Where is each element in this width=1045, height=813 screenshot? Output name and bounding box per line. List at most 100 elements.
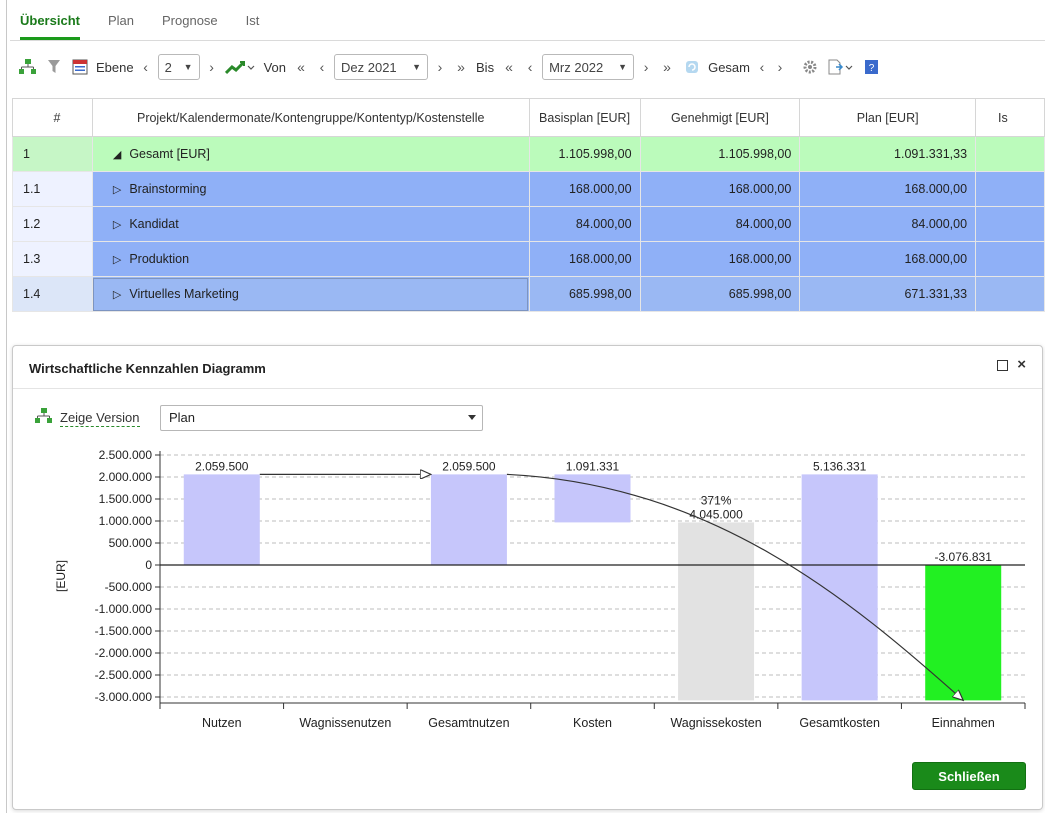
bar-wagnissekosten <box>678 522 755 701</box>
maximize-icon[interactable] <box>997 360 1008 371</box>
row-number: 1 <box>12 136 93 172</box>
col-header-genehmigt[interactable]: Genehmigt [EUR] <box>639 98 801 137</box>
trend-chart-icon[interactable] <box>224 56 258 78</box>
bis-last-icon[interactable]: » <box>658 56 676 78</box>
y-tick-label: -1.500.000 <box>95 624 153 638</box>
y-tick-label: 1.000.000 <box>99 514 153 528</box>
bis-value: Mrz 2022 <box>549 59 604 75</box>
genehmigt-value: 168.000,00 <box>639 171 801 207</box>
basisplan-value: 168.000,00 <box>528 171 641 207</box>
von-last-icon[interactable]: » <box>452 56 470 78</box>
von-prev-icon[interactable]: ‹ <box>316 56 328 78</box>
bis-label: Bis <box>476 59 495 75</box>
x-tick-label: Einnahmen <box>932 716 995 730</box>
expand-icon[interactable]: ▷ <box>113 253 121 266</box>
bis-select[interactable]: Mrz 2022 ▼ <box>542 54 635 80</box>
tab-uebersicht[interactable]: Übersicht <box>20 10 80 40</box>
tab-ist[interactable]: Ist <box>246 10 260 40</box>
ebene-next-icon[interactable]: › <box>206 56 218 78</box>
row-name: Virtuelles Marketing <box>129 287 239 301</box>
x-tick-label: Gesamtkosten <box>799 716 880 730</box>
row-name-cell: ▷ Virtuelles Marketing <box>91 276 530 312</box>
basisplan-value: 685.998,00 <box>528 276 641 312</box>
expand-icon[interactable]: ▷ <box>113 183 121 196</box>
row-name-cell: ◢ Gesamt [EUR] <box>91 136 530 172</box>
y-tick-label: -1.000.000 <box>95 602 153 616</box>
gesam-prev-icon[interactable]: ‹ <box>756 56 768 78</box>
row-number: 1.2 <box>12 206 93 242</box>
expand-icon[interactable]: ▷ <box>113 218 121 231</box>
close-icon[interactable]: × <box>1017 356 1026 373</box>
gear-icon[interactable] <box>800 56 820 78</box>
x-tick-label: Nutzen <box>202 716 242 730</box>
plan-value: 84.000,00 <box>799 206 977 242</box>
table-row[interactable]: 1.3 ▷ Produktion 168.000,00 168.000,00 16… <box>12 241 1045 277</box>
col-header-plan[interactable]: Plan [EUR] <box>799 98 977 137</box>
project-grid: # Projekt/Kalendermonate/Kontengruppe/Ko… <box>12 98 1045 312</box>
table-row[interactable]: 1 ◢ Gesamt [EUR] 1.105.998,00 1.105.998,0… <box>12 136 1045 172</box>
y-tick-label: 500.000 <box>109 536 153 550</box>
tab-prognose[interactable]: Prognose <box>162 10 218 40</box>
bar-kosten <box>554 474 631 523</box>
hierarchy-icon[interactable] <box>18 56 38 78</box>
x-tick-label: Wagnissekosten <box>670 716 761 730</box>
plan-value: 671.331,33 <box>799 276 977 312</box>
refresh-icon[interactable] <box>682 56 702 78</box>
bis-prev-icon[interactable]: ‹ <box>524 56 536 78</box>
row-name-cell: ▷ Brainstorming <box>91 171 530 207</box>
row-name: Brainstorming <box>129 182 207 196</box>
row-number: 1.1 <box>12 171 93 207</box>
data-label: 1.091.331 <box>566 459 620 473</box>
ebene-value: 2 <box>164 59 172 75</box>
dialog-title: Wirtschaftliche Kennzahlen Diagramm <box>29 361 266 376</box>
data-label: 2.059.500 <box>442 459 496 473</box>
basisplan-value: 168.000,00 <box>528 241 641 277</box>
help-icon[interactable]: ? <box>862 56 882 78</box>
x-tick-label: Wagnissenutzen <box>299 716 391 730</box>
col-header-basisplan[interactable]: Basisplan [EUR] <box>528 98 641 137</box>
collapse-icon[interactable]: ◢ <box>113 148 121 161</box>
data-label: 4.045.000 <box>689 507 743 521</box>
basisplan-value: 84.000,00 <box>528 206 641 242</box>
data-label: 2.059.500 <box>195 459 249 473</box>
tab-plan[interactable]: Plan <box>108 10 134 40</box>
filter-icon[interactable] <box>44 56 64 78</box>
expand-icon[interactable]: ▷ <box>113 288 121 301</box>
hierarchy-icon <box>35 408 53 427</box>
y-tick-label: 2.500.000 <box>99 448 153 462</box>
dialog-divider <box>13 388 1042 389</box>
genehmigt-value: 168.000,00 <box>639 241 801 277</box>
window-left-border <box>6 0 7 813</box>
y-axis-label: [EUR] <box>54 560 68 592</box>
table-row[interactable]: 1.2 ▷ Kandidat 84.000,00 84.000,00 84.000… <box>12 206 1045 242</box>
ist-value <box>975 171 1045 207</box>
version-value: Plan <box>169 410 196 425</box>
genehmigt-value: 685.998,00 <box>639 276 801 312</box>
bar-einnahmen <box>925 565 1002 701</box>
version-select[interactable]: Plan <box>160 405 483 431</box>
row-name: Kandidat <box>129 217 179 231</box>
y-tick-label: -2.500.000 <box>95 668 153 682</box>
ebene-select[interactable]: 2 ▼ <box>157 54 200 80</box>
close-button[interactable]: Schließen <box>912 762 1026 790</box>
column-config-icon[interactable] <box>70 56 90 78</box>
bis-next-icon[interactable]: › <box>640 56 652 78</box>
plan-value: 168.000,00 <box>799 171 977 207</box>
y-tick-label: 0 <box>145 558 152 572</box>
bis-first-icon[interactable]: « <box>500 56 518 78</box>
col-header-number[interactable]: # <box>12 98 93 137</box>
row-name-cell: ▷ Kandidat <box>91 206 530 242</box>
gesam-next-icon[interactable]: › <box>774 56 786 78</box>
col-header-ist[interactable]: Is <box>975 98 1045 137</box>
von-next-icon[interactable]: › <box>434 56 446 78</box>
table-row-selected[interactable]: 1.4 ▷ Virtuelles Marketing 685.998,00 685… <box>12 276 1045 312</box>
y-tick-label: 1.500.000 <box>99 492 153 506</box>
table-row[interactable]: 1.1 ▷ Brainstorming 168.000,00 168.000,00… <box>12 171 1045 207</box>
ebene-prev-icon[interactable]: ‹ <box>140 56 152 78</box>
von-first-icon[interactable]: « <box>292 56 310 78</box>
von-select[interactable]: Dez 2021 ▼ <box>334 54 429 80</box>
y-tick-label: -500.000 <box>105 580 153 594</box>
col-header-project[interactable]: Projekt/Kalendermonate/Kontengruppe/Kont… <box>91 98 530 137</box>
export-icon[interactable] <box>826 56 856 78</box>
y-tick-label: -2.000.000 <box>95 646 153 660</box>
